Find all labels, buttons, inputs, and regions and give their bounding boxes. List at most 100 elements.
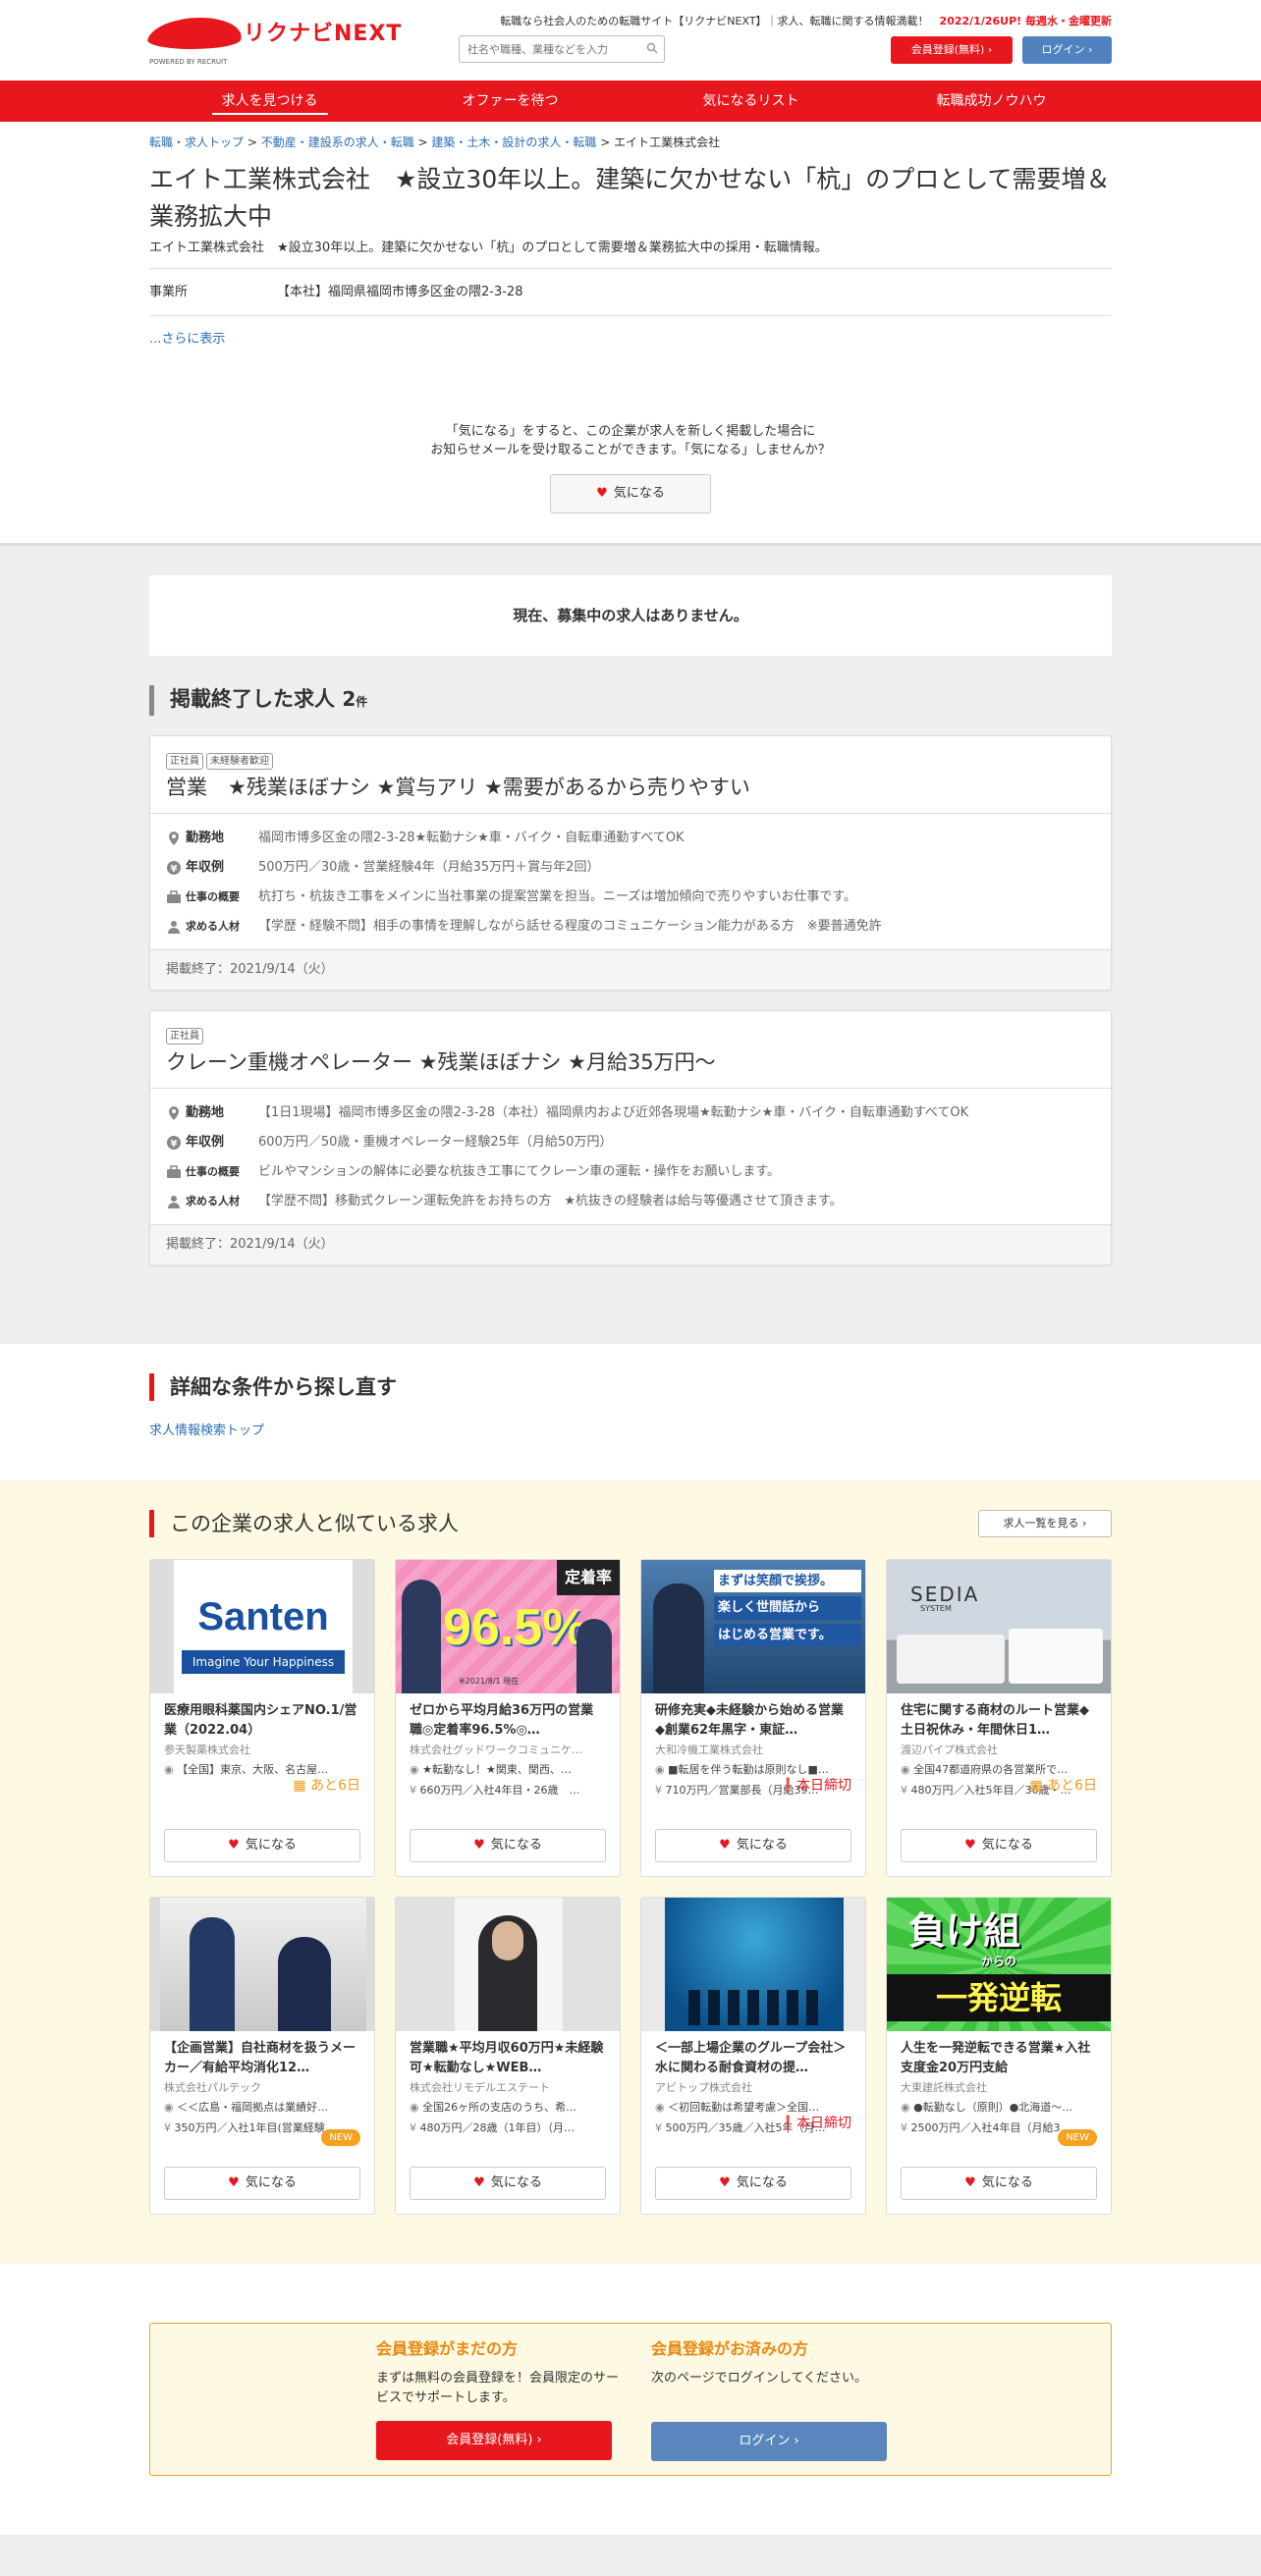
job-title[interactable]: クレーン重機オペレーター ★残業ほぼナシ ★月給35万円～: [150, 1046, 1111, 1089]
job-title[interactable]: 営業職★平均月収60万円★未経験可★転勤なし★WEB…: [410, 2039, 606, 2078]
login-button[interactable]: ログイン ›: [1022, 36, 1112, 64]
similar-job-card[interactable]: 定着率 96.5% ※2021/8/1 現在 ゼロから平均月給36万円の営業職◎定着…: [395, 1558, 621, 1877]
similar-job-card[interactable]: 営業職★平均月収60万円★未経験可★転勤なし★WEB… 株式会社リモデルエステー…: [395, 1896, 621, 2215]
job-image[interactable]: [396, 1897, 620, 2031]
favorite-button[interactable]: ♥ 気になる: [410, 1828, 606, 1862]
heart-icon: ♥: [964, 1837, 976, 1852]
register-button[interactable]: 会員登録(無料) ›: [891, 36, 1013, 64]
job-title[interactable]: 医療用眼科薬国内シェアNO.1/営業（2022.04）: [164, 1701, 360, 1741]
location-icon: ◉: [164, 2101, 174, 2114]
detail-search-heading: 詳細な条件から探し直す: [149, 1372, 1112, 1401]
job-image[interactable]: SEDIA SYSTEM: [887, 1559, 1111, 1693]
yen-icon: ¥: [655, 2120, 662, 2134]
nav-find-jobs[interactable]: 求人を見つける: [149, 80, 390, 122]
days-left-badge: ▦ あと6日: [293, 1777, 360, 1794]
site-header: リクナビNEXT POWERED BY RECRUIT 転職なら社会人のための転…: [0, 0, 1261, 80]
company-name: 大東建託株式会社: [901, 2080, 987, 2094]
job-title[interactable]: 人生を一発逆転できる営業★入社支度金20万円支給: [901, 2039, 1097, 2078]
member-box: 会員登録がまだの方 まずは無料の会員登録を！会員限定のサービスでサポートします。…: [149, 2322, 1112, 2476]
site-logo[interactable]: リクナビNEXT POWERED BY RECRUIT: [144, 16, 401, 71]
job-location: ◉ ★転勤なし！★関東、関西、…: [410, 1763, 572, 1776]
job-title[interactable]: ＜一部上場企業のグループ会社＞水に関わる耐食資材の提…: [655, 2039, 851, 2078]
job-title[interactable]: 住宅に関する商材のルート営業◆土日祝休み・年間休日1…: [901, 1701, 1097, 1741]
favorite-button[interactable]: ♥ 気になる: [655, 1828, 851, 1862]
similar-jobs-section: この企業の求人と似ている求人 求人一覧を見る › Santen Imagine Y…: [0, 1479, 1261, 2264]
ended-job-card[interactable]: 正社員 未経験者歓迎 営業 ★残業ほぼナシ ★賞与アリ ★需要があるから売りやすい…: [149, 734, 1112, 991]
similar-job-card[interactable]: 【企画営業】自社商材を扱うメーカー／有給平均消化12… 株式会社パルテック ◉ …: [149, 1896, 375, 2215]
alert-icon: ❗: [779, 2115, 796, 2131]
search-input[interactable]: [460, 36, 636, 62]
powered-by: POWERED BY RECRUIT: [149, 58, 228, 66]
tag-fulltime: 正社員: [166, 752, 203, 770]
makegumi-gyakuten: 一発逆転: [887, 1973, 1111, 2021]
similar-job-card[interactable]: 負け組 からの 一発逆転 人生を一発逆転できる営業★入社支度金20万円支給 大東建託…: [886, 1896, 1112, 2215]
deadline-today-badge: ❗本日締切: [779, 1777, 851, 1794]
similar-job-card[interactable]: ＜一部上場企業のグループ会社＞水に関わる耐食資材の提… アビトップ株式会社 ◉ …: [640, 1896, 866, 2215]
job-title[interactable]: ゼロから平均月給36万円の営業職◎定着率96.5%◎…: [410, 1701, 606, 1741]
show-more-link[interactable]: ...さらに表示: [149, 316, 1112, 363]
nav-favorites[interactable]: 気になるリスト: [630, 80, 871, 122]
job-location: ◉ ●転勤なし（原則）●北海道～…: [901, 2101, 1073, 2114]
heart-icon: ♥: [596, 485, 608, 501]
alert-icon: ❗: [779, 1777, 796, 1794]
company-name: 参天製薬株式会社: [164, 1743, 250, 1756]
job-image[interactable]: [641, 1897, 865, 2031]
company-name: 株式会社リモデルエステート: [410, 2080, 550, 2094]
member-login-button[interactable]: ログイン ›: [651, 2422, 887, 2462]
santen-logo-text: Santen: [197, 1594, 329, 1638]
job-image[interactable]: Santen Imagine Your Happiness: [150, 1559, 374, 1693]
new-badge: NEW: [1058, 2128, 1097, 2146]
member-register-button[interactable]: 会員登録(無料) ›: [376, 2421, 612, 2461]
tag-fulltime: 正社員: [166, 1027, 203, 1045]
job-summary: ビルやマンションの解体に必要な杭抜き工事にてクレーン車の運転・操作をお願いします…: [258, 1164, 781, 1179]
location-icon: [169, 1105, 179, 1120]
location-icon: ◉: [164, 1763, 174, 1776]
favorite-button[interactable]: ♥ 気になる: [164, 2166, 360, 2200]
job-requirements: 【学歴不問】移動式クレーン運転免許をお持ちの方 ★杭抜きの経験者は給与等優遇させ…: [258, 1194, 843, 1208]
job-title[interactable]: 研修充実◆未経験から始める営業◆創業62年黒字・東証…: [655, 1701, 851, 1741]
search-top-link[interactable]: 求人情報検索トップ: [149, 1423, 264, 1438]
office-row: 事業所 【本社】福岡県福岡市博多区金の隈2-3-28: [149, 269, 1112, 316]
office-label: 事業所: [149, 284, 189, 299]
location-icon: ◉: [901, 1763, 910, 1776]
breadcrumb-construction[interactable]: 建築・土木・設計の求人・転職: [431, 135, 596, 149]
nav-offers[interactable]: オファーを待つ: [390, 80, 630, 122]
job-image[interactable]: まずは笑顔で挨拶。 楽しく世間話から はじめる営業です。: [641, 1559, 865, 1693]
heart-icon: ♥: [719, 1837, 731, 1852]
job-title[interactable]: 営業 ★残業ほぼナシ ★賞与アリ ★需要があるから売りやすい: [150, 771, 1111, 814]
job-image[interactable]: [150, 1897, 374, 2031]
job-location: 【1日1現場】福岡市博多区金の隈2-3-28（本社）福岡県内および近郊各現場★転…: [258, 1105, 969, 1120]
yen-icon: ¥: [901, 2120, 907, 2134]
job-image[interactable]: 負け組 からの 一発逆転: [887, 1897, 1111, 2031]
tag-inexperienced-ok: 未経験者歓迎: [206, 752, 273, 770]
follow-company-button[interactable]: ♥ 気になる: [550, 473, 711, 513]
similar-job-card[interactable]: SEDIA SYSTEM 住宅に関する商材のルート営業◆土日祝休み・年間休日1… …: [886, 1558, 1112, 1877]
similar-job-card[interactable]: まずは笑顔で挨拶。 楽しく世間話から はじめる営業です。 研修充実◆未経験から始める…: [640, 1558, 866, 1877]
nav-knowhow[interactable]: 転職成功ノウハウ: [871, 80, 1112, 122]
ended-job-card[interactable]: 正社員 クレーン重機オペレーター ★残業ほぼナシ ★月給35万円～ 勤務地 【1日…: [149, 1009, 1112, 1265]
office-value: 【本社】福岡県福岡市博多区金の隈2-3-28: [277, 284, 523, 299]
location-icon: ◉: [901, 2101, 910, 2114]
calendar-icon: ▦: [1029, 1777, 1043, 1794]
job-title[interactable]: 【企画営業】自社商材を扱うメーカー／有給平均消化12…: [164, 2039, 360, 2078]
search-box[interactable]: [459, 35, 665, 63]
favorite-button[interactable]: ♥ 気になる: [655, 2166, 851, 2200]
job-image[interactable]: 定着率 96.5% ※2021/8/1 現在: [396, 1559, 620, 1693]
breadcrumb-top[interactable]: 転職・求人トップ: [149, 135, 244, 149]
member-text: 次のページでログインしてください。: [651, 2370, 867, 2386]
favorite-button[interactable]: ♥ 気になる: [901, 2166, 1097, 2200]
search-icon[interactable]: [646, 42, 658, 54]
favorite-button[interactable]: ♥ 気になる: [164, 1828, 360, 1862]
job-location: 福岡市博多区金の隈2-3-28★転勤ナシ★車・バイク・自転車通勤すべてOK: [258, 831, 685, 845]
company-name: 渡辺パイプ株式会社: [901, 1743, 998, 1756]
favorite-button[interactable]: ♥ 気になる: [901, 1828, 1097, 1862]
main-nav: 求人を見つける オファーを待つ 気になるリスト 転職成功ノウハウ: [0, 80, 1261, 122]
favorite-button[interactable]: ♥ 気になる: [410, 2166, 606, 2200]
similar-job-card[interactable]: Santen Imagine Your Happiness 医療用眼科薬国内シェア…: [149, 1558, 375, 1877]
view-all-button[interactable]: 求人一覧を見る ›: [978, 1509, 1112, 1537]
footer-bar: [0, 2534, 1261, 2576]
deadline-today-badge: ❗本日締切: [779, 2115, 851, 2131]
breadcrumb-realestate[interactable]: 不動産・建設系の求人・転職: [261, 135, 414, 149]
job-salary: ¥ 480万円／28歳（1年目）（月…: [410, 2120, 575, 2134]
ended-jobs-heading: 掲載終了した求人 2件: [149, 684, 1112, 716]
